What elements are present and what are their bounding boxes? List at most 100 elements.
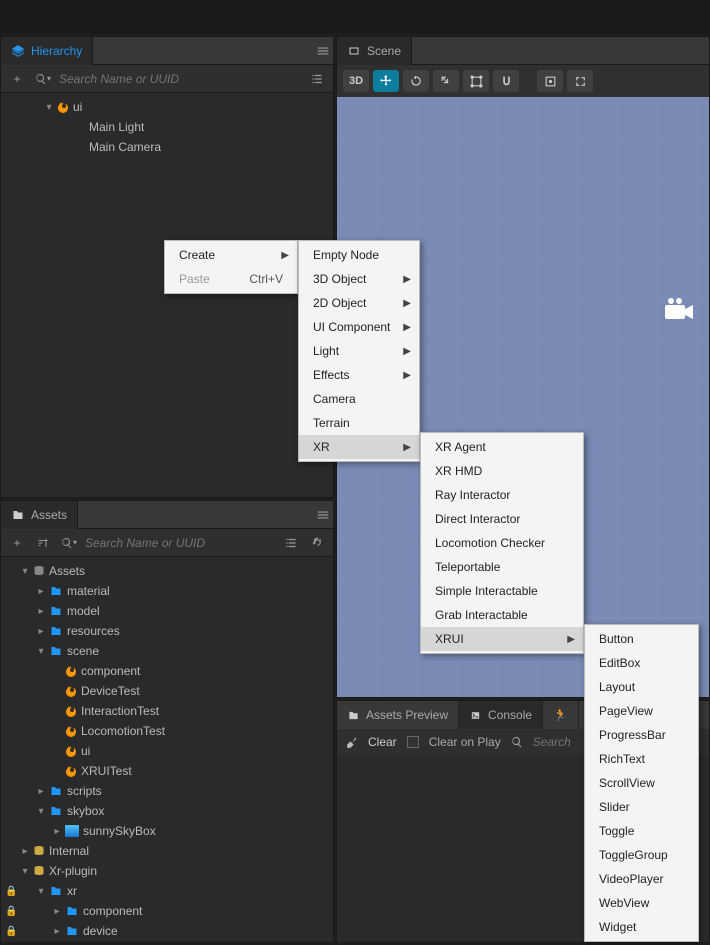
tree-item[interactable]: Main Light	[1, 117, 333, 137]
search-icon[interactable]: ▾	[33, 69, 53, 89]
menu-item[interactable]: Toggle	[585, 819, 698, 843]
hierarchy-menu-icon[interactable]	[313, 41, 333, 61]
tree-item[interactable]: ▸Internal	[1, 841, 333, 861]
clear-on-play-checkbox[interactable]	[407, 736, 419, 748]
caret-down-icon[interactable]: ▾	[43, 102, 55, 113]
menu-item[interactable]: PageView	[585, 699, 698, 723]
menu-item[interactable]: XR Agent	[421, 435, 583, 459]
tree-item[interactable]: ▸model	[1, 601, 333, 621]
tree-item[interactable]: ▾ui	[1, 97, 333, 117]
hierarchy-search-input[interactable]	[59, 72, 301, 86]
menu-item[interactable]: XR▶	[299, 435, 419, 459]
tree-item[interactable]: component	[1, 661, 333, 681]
assets-preview-tab[interactable]: Assets Preview	[337, 701, 459, 729]
tree-item[interactable]: ▸material	[1, 581, 333, 601]
add-asset-icon[interactable]: +	[7, 533, 27, 553]
tree-item[interactable]: ▾scene	[1, 641, 333, 661]
tree-item[interactable]: ▾Assets	[1, 561, 333, 581]
tree-item[interactable]: ▸sunnySkyBox	[1, 821, 333, 841]
menu-item[interactable]: Create▶	[165, 243, 297, 267]
search-icon[interactable]: ▾	[59, 533, 79, 553]
tree-item[interactable]: LocomotionTest	[1, 721, 333, 741]
caret-right-icon[interactable]: ▸	[51, 826, 63, 837]
menu-item[interactable]: Widget	[585, 915, 698, 939]
list-icon[interactable]	[307, 69, 327, 89]
mode-3d-button[interactable]: 3D	[343, 70, 369, 92]
tree-item-label: skybox	[65, 804, 104, 818]
menu-item[interactable]: XRUI▶	[421, 627, 583, 651]
console-tab[interactable]: Console	[459, 701, 543, 729]
tree-item[interactable]: ▾ skybox	[1, 801, 333, 821]
snap-tool-button[interactable]	[493, 70, 519, 92]
rect-tool-button[interactable]	[463, 70, 489, 92]
assets-header: Assets	[1, 501, 333, 529]
menu-item[interactable]: ToggleGroup	[585, 843, 698, 867]
move-tool-button[interactable]	[373, 70, 399, 92]
tree-item[interactable]: ▸scripts	[1, 781, 333, 801]
caret-down-icon[interactable]: ▾	[19, 566, 31, 577]
menu-item[interactable]: Direct Interactor	[421, 507, 583, 531]
hierarchy-tab[interactable]: Hierarchy	[1, 37, 93, 65]
menu-item[interactable]: Locomotion Checker	[421, 531, 583, 555]
menu-item[interactable]: XR HMD	[421, 459, 583, 483]
menu-item[interactable]: Ray Interactor	[421, 483, 583, 507]
caret-right-icon[interactable]: ▸	[35, 786, 47, 797]
scale-tool-button[interactable]	[433, 70, 459, 92]
list-icon[interactable]	[281, 533, 301, 553]
menu-item[interactable]: Effects▶	[299, 363, 419, 387]
add-node-icon[interactable]: +	[7, 69, 27, 89]
refresh-icon[interactable]	[307, 533, 327, 553]
caret-down-icon[interactable]: ▾	[35, 886, 47, 897]
caret-right-icon[interactable]: ▸	[35, 586, 47, 597]
local-tool-button[interactable]	[567, 70, 593, 92]
assets-tab[interactable]: Assets	[1, 501, 78, 529]
caret-right-icon[interactable]: ▸	[35, 606, 47, 617]
tree-item[interactable]: ▸resources	[1, 621, 333, 641]
scene-tab[interactable]: Scene	[337, 37, 412, 65]
caret-right-icon[interactable]: ▸	[51, 906, 63, 917]
menu-item[interactable]: Terrain	[299, 411, 419, 435]
caret-right-icon[interactable]: ▸	[19, 846, 31, 857]
tree-item[interactable]: 🔒▾xr	[1, 881, 333, 901]
caret-right-icon[interactable]: ▸	[35, 626, 47, 637]
menu-item[interactable]: 3D Object▶	[299, 267, 419, 291]
assets-search-input[interactable]	[85, 536, 275, 550]
menu-item[interactable]: ScrollView	[585, 771, 698, 795]
tree-item[interactable]: 🔒▸component	[1, 901, 333, 921]
menu-item[interactable]: Teleportable	[421, 555, 583, 579]
clear-button[interactable]: Clear	[368, 735, 397, 749]
assets-menu-icon[interactable]	[313, 505, 333, 525]
caret-down-icon[interactable]: ▾	[19, 866, 31, 877]
rotate-tool-button[interactable]	[403, 70, 429, 92]
caret-right-icon[interactable]: ▸	[51, 926, 63, 937]
menu-item[interactable]: RichText	[585, 747, 698, 771]
tree-item-label: component	[81, 904, 142, 918]
menu-item[interactable]: VideoPlayer	[585, 867, 698, 891]
menu-item[interactable]: Light▶	[299, 339, 419, 363]
tree-item[interactable]: Main Camera	[1, 137, 333, 157]
menu-item[interactable]: Grab Interactable	[421, 603, 583, 627]
extra-tab-1[interactable]: 🏃	[543, 701, 579, 729]
tree-item[interactable]: ui	[1, 741, 333, 761]
menu-shortcut: Ctrl+V	[249, 272, 283, 286]
menu-item[interactable]: Layout	[585, 675, 698, 699]
sort-icon[interactable]	[33, 533, 53, 553]
menu-item[interactable]: Button	[585, 627, 698, 651]
menu-item[interactable]: Slider	[585, 795, 698, 819]
tree-item[interactable]: InteractionTest	[1, 701, 333, 721]
menu-item[interactable]: Camera	[299, 387, 419, 411]
pivot-tool-button[interactable]	[537, 70, 563, 92]
menu-item[interactable]: Simple Interactable	[421, 579, 583, 603]
menu-item[interactable]: UI Component▶	[299, 315, 419, 339]
tree-item[interactable]: ▾Xr-plugin	[1, 861, 333, 881]
menu-item[interactable]: EditBox	[585, 651, 698, 675]
tree-item[interactable]: XRUITest	[1, 761, 333, 781]
tree-item[interactable]: 🔒▸device	[1, 921, 333, 941]
menu-item[interactable]: 2D Object▶	[299, 291, 419, 315]
menu-item[interactable]: WebView	[585, 891, 698, 915]
caret-down-icon[interactable]: ▾	[35, 806, 47, 817]
caret-down-icon[interactable]: ▾	[35, 646, 47, 657]
tree-item[interactable]: DeviceTest	[1, 681, 333, 701]
menu-item[interactable]: ProgressBar	[585, 723, 698, 747]
menu-item[interactable]: Empty Node	[299, 243, 419, 267]
